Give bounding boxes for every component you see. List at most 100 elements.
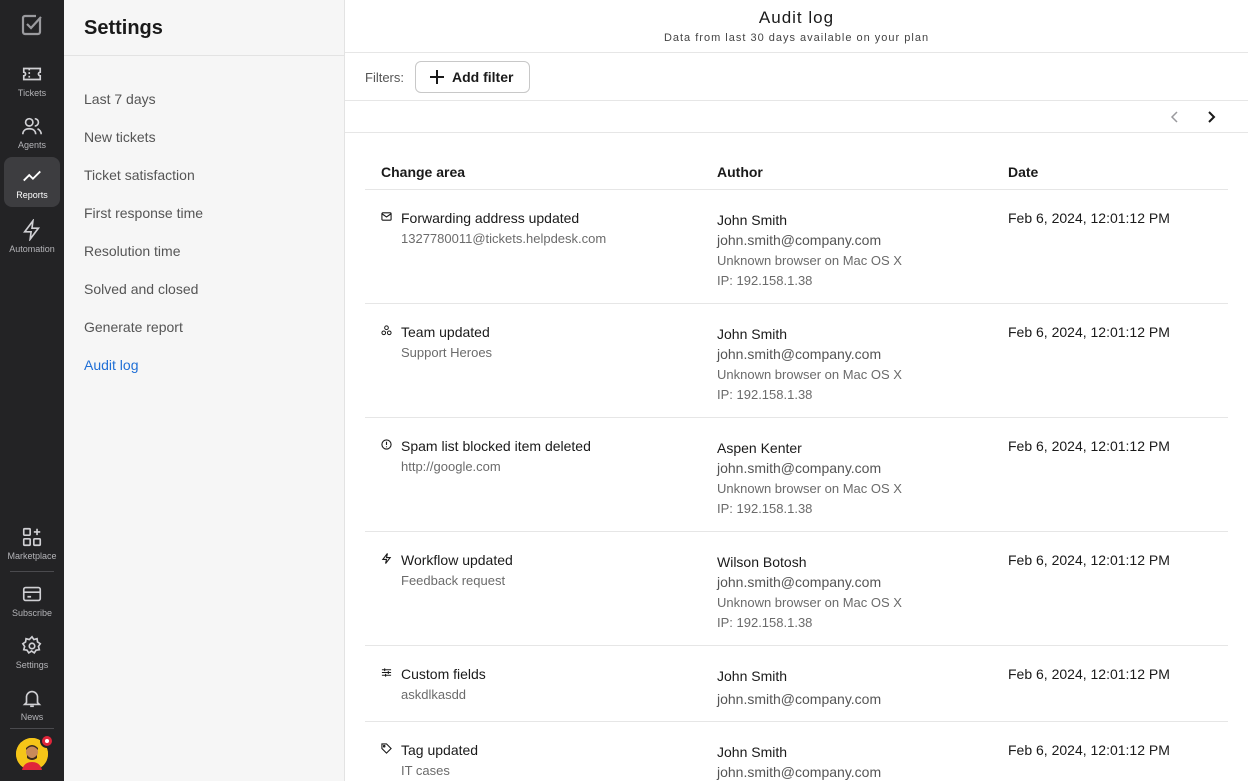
credit-card-icon [22, 586, 42, 602]
sidebar-item-solved-and-closed[interactable]: Solved and closed [84, 279, 203, 317]
marketplace-icon [22, 527, 42, 547]
plus-icon [430, 70, 444, 84]
date-cell: Feb 6, 2024, 12:01:12 PM [1008, 324, 1170, 340]
date-cell: Feb 6, 2024, 12:01:12 PM [1008, 552, 1170, 568]
icon-rail: Tickets Agents Reports Automation Market… [0, 0, 64, 781]
rail-label: Subscribe [11, 608, 53, 618]
sidebar-item-new-tickets[interactable]: New tickets [84, 127, 203, 165]
author-browser: Unknown browser on Mac OS X [717, 367, 902, 382]
author-browser: Unknown browser on Mac OS X [717, 595, 902, 610]
sidebar-item-resolution-time[interactable]: Resolution time [84, 241, 203, 279]
rail-item-marketplace[interactable]: Marketplace [4, 518, 60, 568]
author-name: John Smith [717, 744, 788, 760]
page-title: Audit log [758, 8, 835, 27]
gear-icon [21, 635, 42, 655]
bell-icon [22, 690, 42, 708]
table-row[interactable]: Workflow updated Feedback request Wilson… [365, 532, 1228, 646]
change-area-name: Spam list blocked item deleted [401, 438, 591, 454]
rail-label: Reports [16, 190, 48, 200]
column-header-date[interactable]: Date [1008, 164, 1038, 180]
author-name: John Smith [717, 212, 788, 228]
add-filter-label: Add filter [452, 69, 514, 85]
table-header: Change area Author Date [365, 133, 1228, 190]
sidebar-title: Settings [84, 17, 163, 39]
avatar[interactable] [16, 734, 54, 770]
author-cell: John Smith john.smith@company.com Unknow… [717, 210, 902, 291]
rail-item-reports[interactable]: Reports [4, 157, 60, 207]
author-cell: John Smith john.smith@company.com Unknow… [717, 324, 902, 405]
rail-label: News [20, 712, 44, 722]
rail-item-automation[interactable]: Automation [4, 211, 60, 261]
author-cell: Aspen Kenter john.smith@company.com Unkn… [717, 438, 902, 519]
custom-fields-icon [381, 668, 392, 677]
author-email: john.smith@company.com [717, 574, 882, 590]
table-row[interactable]: Spam list blocked item deleted http://go… [365, 418, 1228, 532]
alert-circle-icon [381, 439, 392, 450]
pagination [345, 101, 1248, 133]
author-cell: John Smith john.smith@company.com [717, 666, 881, 710]
main-content: Audit log Data from last 30 days availab… [345, 0, 1248, 781]
app-logo-icon[interactable] [20, 13, 44, 37]
rail-divider [10, 571, 54, 572]
author-ip: IP: 192.158.1.38 [717, 387, 813, 402]
date-cell: Feb 6, 2024, 12:01:12 PM [1008, 438, 1170, 454]
rail-item-settings[interactable]: Settings [4, 627, 60, 677]
change-area-name: Workflow updated [401, 552, 513, 568]
change-area-detail: Feedback request [401, 573, 506, 588]
sidebar-item-audit-log[interactable]: Audit log [84, 355, 203, 393]
page-subtitle: Data from last 30 days available on your… [663, 32, 930, 44]
change-area-detail: http://google.com [401, 459, 501, 474]
rail-item-subscribe[interactable]: Subscribe [4, 575, 60, 625]
change-area-name: Forwarding address updated [401, 210, 580, 226]
author-ip: IP: 192.158.1.38 [717, 615, 813, 630]
audit-log-table: Change area Author Date Forwarding addre… [365, 133, 1228, 781]
notification-badge [40, 734, 54, 748]
change-area-name: Team updated [401, 324, 490, 340]
reports-icon [23, 170, 41, 182]
author-email: john.smith@company.com [717, 460, 882, 476]
date-cell: Feb 6, 2024, 12:01:12 PM [1008, 742, 1170, 758]
chevron-right-icon[interactable] [1203, 109, 1219, 125]
lightning-icon [23, 219, 41, 241]
sidebar-item-last-7-days[interactable]: Last 7 days [84, 89, 203, 127]
column-header-change-area[interactable]: Change area [381, 164, 465, 180]
agents-icon [22, 117, 42, 135]
filters-bar: Filters: Add filter [345, 53, 1248, 101]
author-name: John Smith [717, 326, 788, 342]
column-header-author[interactable]: Author [717, 164, 763, 180]
sidebar-item-generate-report[interactable]: Generate report [84, 317, 203, 355]
chevron-left-icon[interactable] [1167, 109, 1183, 125]
rail-item-news[interactable]: News [4, 679, 60, 729]
sidebar-item-ticket-satisfaction[interactable]: Ticket satisfaction [84, 165, 203, 203]
rail-item-tickets[interactable]: Tickets [4, 55, 60, 105]
author-browser: Unknown browser on Mac OS X [717, 481, 902, 496]
add-filter-button[interactable]: Add filter [415, 61, 530, 93]
sidebar-item-first-response-time[interactable]: First response time [84, 203, 203, 241]
author-email: john.smith@company.com [717, 346, 882, 362]
change-area-detail: askdlkasdd [401, 687, 467, 702]
author-name: Aspen Kenter [717, 440, 802, 456]
change-area-detail: IT cases [401, 763, 450, 778]
rail-label: Tickets [17, 88, 47, 98]
page-header: Audit log Data from last 30 days availab… [345, 0, 1248, 53]
author-email: john.smith@company.com [717, 764, 882, 780]
rail-label: Agents [17, 140, 47, 150]
author-ip: IP: 192.158.1.38 [717, 273, 813, 288]
table-row[interactable]: Forwarding address updated 1327780011@ti… [365, 190, 1228, 304]
settings-sidebar: Settings Last 7 days New tickets Ticket … [64, 0, 345, 781]
divider [64, 55, 345, 56]
table-row[interactable]: Tag updated IT cases John Smith john.smi… [365, 722, 1228, 781]
date-cell: Feb 6, 2024, 12:01:12 PM [1008, 210, 1170, 226]
rail-item-agents[interactable]: Agents [4, 107, 60, 157]
change-area-name: Custom fields [401, 666, 486, 682]
rail-label: Settings [15, 660, 49, 670]
author-email: john.smith@company.com [717, 232, 882, 248]
rail-label: Automation [9, 244, 55, 254]
table-row[interactable]: Team updated Support Heroes John Smith j… [365, 304, 1228, 418]
author-browser: Unknown browser on Mac OS X [717, 253, 902, 268]
tag-icon [381, 743, 392, 754]
change-area-name: Tag updated [401, 742, 479, 758]
team-icon [381, 325, 392, 336]
author-name: John Smith [717, 668, 788, 684]
table-row[interactable]: Custom fields askdlkasdd John Smith john… [365, 646, 1228, 722]
